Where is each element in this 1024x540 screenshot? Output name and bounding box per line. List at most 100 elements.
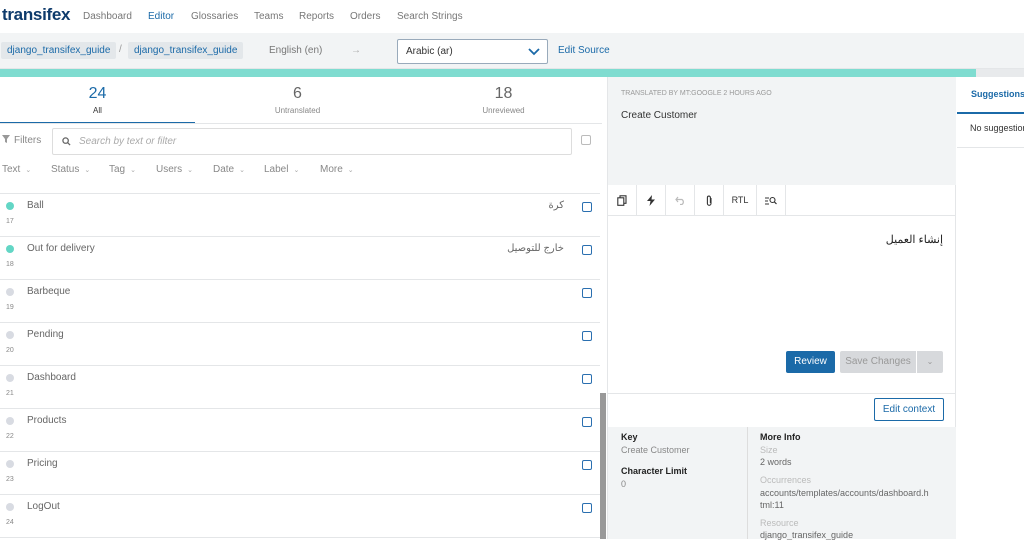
undo-icon[interactable] <box>666 185 695 215</box>
info-divider <box>747 427 748 539</box>
string-row[interactable]: Pricing 23 <box>0 452 600 495</box>
filters-label: Filters <box>14 135 42 146</box>
tab-unreviewed[interactable]: 18 Unreviewed <box>405 77 602 123</box>
occurrences-value: accounts/templates/accounts/dashboard.h <box>760 488 929 498</box>
nav-glossaries[interactable]: Glossaries <box>191 11 238 22</box>
nav-dashboard[interactable]: Dashboard <box>83 11 132 22</box>
rtl-toggle[interactable]: RTL <box>724 185 757 215</box>
source-text: Create Customer <box>621 110 698 121</box>
filter-tag[interactable]: Tag ⌄ <box>109 164 136 175</box>
breadcrumb-resource[interactable]: django_transifex_guide <box>128 42 244 59</box>
review-button[interactable]: Review <box>786 351 835 373</box>
select-all-checkbox[interactable] <box>581 135 591 145</box>
status-dot <box>6 417 14 425</box>
string-row[interactable]: LogOut 24 <box>0 495 600 538</box>
copy-source-icon[interactable] <box>608 185 637 215</box>
caret-down-icon: ⌄ <box>84 167 91 174</box>
search-input[interactable]: Search by text or filter <box>52 128 572 155</box>
row-checkbox[interactable] <box>582 417 592 427</box>
source-language: English (en) <box>269 45 323 56</box>
source-string: Ball <box>27 200 44 211</box>
search-memory-icon[interactable] <box>757 185 786 215</box>
transifex-logo[interactable]: transifex <box>2 5 70 25</box>
filter-users[interactable]: Users ⌄ <box>156 164 193 175</box>
string-list-pane: 24 All 6 Untranslated 18 Unreviewed Filt… <box>0 77 602 539</box>
string-number: 23 <box>6 476 14 483</box>
filter-label: Date <box>213 164 235 175</box>
character-limit-label: Character Limit <box>621 466 688 476</box>
source-string: Dashboard <box>27 372 76 383</box>
save-options-button[interactable]: ⌄ <box>917 351 943 373</box>
arrow-right-icon: → <box>351 45 361 56</box>
tab-all[interactable]: 24 All <box>0 77 195 124</box>
nav-editor[interactable]: Editor <box>148 11 174 22</box>
string-number: 18 <box>6 261 14 268</box>
save-changes-button[interactable]: Save Changes <box>840 351 916 373</box>
source-string: Out for delivery <box>27 243 95 254</box>
source-string: Products <box>27 415 67 426</box>
breadcrumb-project[interactable]: django_transifex_guide <box>1 42 117 59</box>
search-icon <box>62 137 71 146</box>
tab-count: 24 <box>88 85 107 102</box>
size-label: Size <box>760 445 778 455</box>
editor-pane: TRANSLATED BY MT:GOOGLE 2 HOURS AGO Crea… <box>607 77 956 540</box>
target-language-select[interactable]: Arabic (ar) <box>397 39 548 64</box>
key-value: Create Customer <box>621 445 690 455</box>
filter-label: Label <box>264 164 289 175</box>
tab-suggestions[interactable]: Suggestions <box>957 77 1024 114</box>
row-checkbox[interactable] <box>582 503 592 513</box>
filter-label: Text <box>2 164 21 175</box>
filter-label: More <box>320 164 343 175</box>
resource-label: Resource <box>760 518 799 528</box>
status-dot <box>6 503 14 511</box>
filter-status[interactable]: Status ⌄ <box>51 164 90 175</box>
filter-text[interactable]: Text ⌄ <box>2 164 31 175</box>
row-checkbox[interactable] <box>582 460 592 470</box>
tab-label: All <box>93 106 102 115</box>
filter-more[interactable]: More ⌄ <box>320 164 354 175</box>
tab-untranslated[interactable]: 6 Untranslated <box>200 77 395 123</box>
row-checkbox[interactable] <box>582 245 592 255</box>
row-checkbox[interactable] <box>582 288 592 298</box>
string-row[interactable]: Pending 20 <box>0 323 600 366</box>
string-list: Ball 17 كرة Out for delivery 18 خارج للتوصيل… <box>0 193 600 538</box>
row-checkbox[interactable] <box>582 331 592 341</box>
string-row[interactable]: Dashboard 21 <box>0 366 600 409</box>
string-row[interactable]: Ball 17 كرة <box>0 194 600 237</box>
tab-count: 18 <box>494 85 513 102</box>
tab-count: 6 <box>293 85 302 102</box>
row-checkbox[interactable] <box>582 374 592 384</box>
string-number: 20 <box>6 347 14 354</box>
status-dot <box>6 288 14 296</box>
string-row[interactable]: Products 22 <box>0 409 600 452</box>
filters-button[interactable]: Filters <box>2 135 41 146</box>
editor-toolbar: RTL <box>608 185 956 216</box>
nav-reports[interactable]: Reports <box>299 11 334 22</box>
filter-label: Tag <box>109 164 126 175</box>
nav-teams[interactable]: Teams <box>254 11 283 22</box>
source-string: LogOut <box>27 501 60 512</box>
translation-progress-bar <box>0 69 1024 77</box>
edit-source-link[interactable]: Edit Source <box>558 45 610 56</box>
filter-label[interactable]: Label ⌄ <box>264 164 299 175</box>
paperclip-icon[interactable] <box>695 185 724 215</box>
more-info-label: More Info <box>760 432 801 442</box>
nav-orders[interactable]: Orders <box>350 11 381 22</box>
progress-fill <box>0 69 976 77</box>
row-checkbox[interactable] <box>582 202 592 212</box>
no-suggestions-text: No suggestions <box>970 123 1024 133</box>
string-row[interactable]: Barbeque 19 <box>0 280 600 323</box>
string-row[interactable]: Out for delivery 18 خارج للتوصيل <box>0 237 600 280</box>
string-number: 22 <box>6 433 14 440</box>
list-scrollbar[interactable] <box>600 393 606 539</box>
string-number: 19 <box>6 304 14 311</box>
size-value: 2 words <box>760 457 792 467</box>
lightning-icon[interactable] <box>637 185 666 215</box>
character-limit-value: 0 <box>621 479 627 489</box>
filter-date[interactable]: Date ⌄ <box>213 164 245 175</box>
translation-editor[interactable]: إنشاء العميل <box>886 233 943 246</box>
source-panel: TRANSLATED BY MT:GOOGLE 2 HOURS AGO Crea… <box>608 77 956 185</box>
edit-context-button[interactable]: Edit context <box>874 398 944 421</box>
suggestions-divider <box>957 147 1024 148</box>
nav-search-strings[interactable]: Search Strings <box>397 11 463 22</box>
